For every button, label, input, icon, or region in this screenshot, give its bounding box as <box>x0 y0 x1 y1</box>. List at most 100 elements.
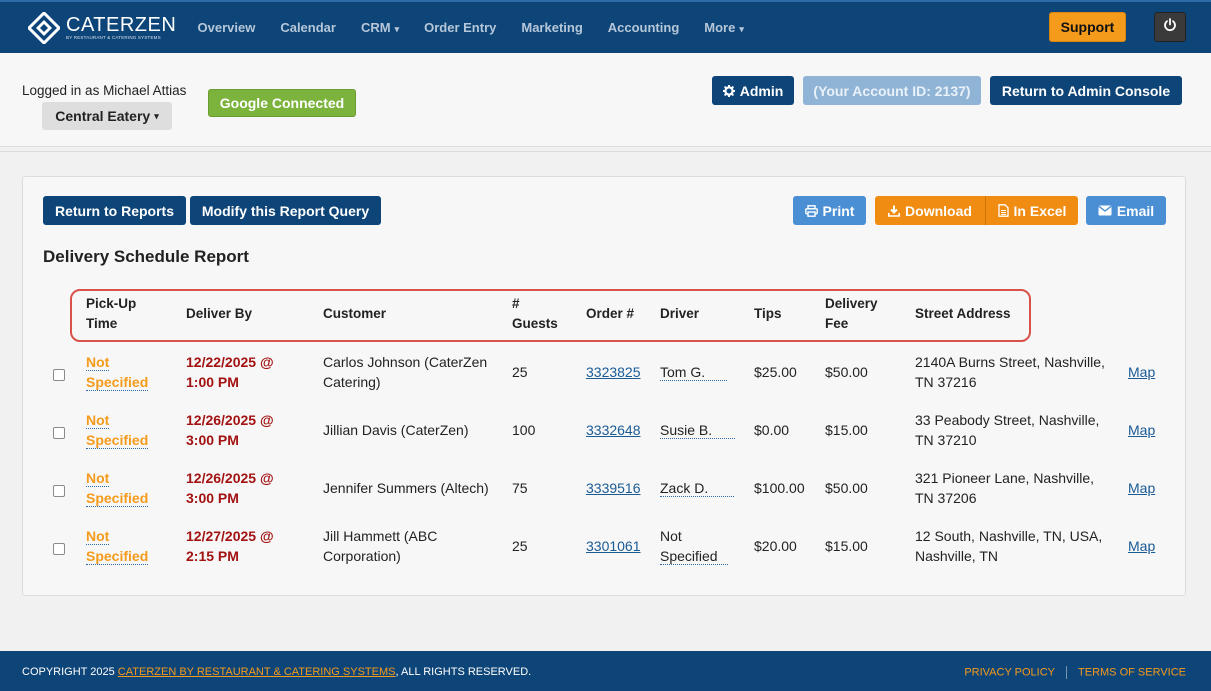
footer-divider <box>1066 666 1068 679</box>
map-link[interactable]: Map <box>1128 536 1155 556</box>
nav-calendar[interactable]: Calendar <box>280 20 336 35</box>
print-button[interactable]: Print <box>793 196 866 225</box>
order-number-link[interactable]: 3301061 <box>586 536 641 556</box>
nav-accounting[interactable]: Accounting <box>608 20 680 35</box>
excel-label: In Excel <box>1013 202 1067 219</box>
privacy-policy-link[interactable]: PRIVACY POLICY <box>964 666 1055 678</box>
file-icon <box>997 204 1009 217</box>
column-header-pickup-time[interactable]: Pick-Up Time <box>86 294 136 334</box>
delivery-fee-cell: $50.00 <box>825 364 868 380</box>
pickup-time-cell[interactable]: Not Specified <box>86 410 149 450</box>
guests-cell: 25 <box>512 538 528 554</box>
account-id-button: (Your Account ID: 2137) <box>803 76 981 105</box>
row-checkbox[interactable] <box>53 427 65 439</box>
nav-marketing[interactable]: Marketing <box>521 20 582 35</box>
report-title: Delivery Schedule Report <box>43 247 249 266</box>
column-header-customer[interactable]: Customer <box>323 304 386 324</box>
copyright-text: COPYRIGHT 2025 CATERZEN BY RESTAURANT & … <box>22 666 532 678</box>
modify-report-query-button[interactable]: Modify this Report Query <box>190 196 381 225</box>
delivery-fee-cell: $15.00 <box>825 422 868 438</box>
table-row: Not Specified 12/26/2025 @3:00 PM Jillian… <box>23 401 1187 459</box>
pickup-time-cell[interactable]: Not Specified <box>86 352 149 392</box>
street-address-cell: 2140A Burns Street, Nashville, TN 37216 <box>915 354 1105 390</box>
map-link[interactable]: Map <box>1128 362 1155 382</box>
company-link[interactable]: CATERZEN BY RESTAURANT & CATERING SYSTEM… <box>118 666 396 678</box>
terms-of-service-link[interactable]: TERMS OF SERVICE <box>1078 666 1186 678</box>
pickup-time-cell[interactable]: Not Specified <box>86 468 149 508</box>
tips-cell: $100.00 <box>754 480 805 496</box>
table-row: Not Specified 12/27/2025 @2:15 PM Jill Ha… <box>23 517 1187 575</box>
order-number-link[interactable]: 3339516 <box>586 478 641 498</box>
logged-in-text: Logged in as Michael Attias <box>22 83 187 98</box>
caterzen-logo[interactable]: CATERZEN BY RESTAURANT & CATERING SYSTEM… <box>26 10 177 46</box>
envelope-icon <box>1098 205 1112 216</box>
guests-cell: 100 <box>512 422 536 438</box>
row-checkbox[interactable] <box>53 485 65 497</box>
row-checkbox[interactable] <box>53 543 65 555</box>
tips-cell: $25.00 <box>754 364 797 380</box>
column-header-driver[interactable]: Driver <box>660 304 699 324</box>
logout-button[interactable] <box>1154 12 1186 42</box>
nav-crm[interactable]: CRM ▾ <box>361 20 399 35</box>
support-button[interactable]: Support <box>1049 12 1126 42</box>
column-header-tips[interactable]: Tips <box>754 304 782 324</box>
customer-cell: Carlos Johnson (CaterZen Catering) <box>323 354 488 390</box>
print-label: Print <box>822 202 855 219</box>
caterzen-logo-icon <box>26 10 62 46</box>
customer-cell: Jillian Davis (CaterZen) <box>323 422 469 438</box>
driver-cell[interactable]: Not Specified <box>660 526 728 566</box>
street-address-cell: 12 South, Nashville, TN, USA, Nashville, … <box>915 528 1103 564</box>
main-nav: Overview Calendar CRM ▾ Order Entry Marke… <box>185 2 756 53</box>
column-header-order-number[interactable]: Order # <box>586 304 634 324</box>
column-header-deliver-by[interactable]: Deliver By <box>186 304 252 324</box>
google-connected-button[interactable]: Google Connected <box>208 89 356 117</box>
guests-cell: 25 <box>512 364 528 380</box>
row-checkbox[interactable] <box>53 369 65 381</box>
email-button[interactable]: Email <box>1086 196 1166 225</box>
map-link[interactable]: Map <box>1128 478 1155 498</box>
driver-cell[interactable]: Susie B. <box>660 420 736 440</box>
gear-icon <box>722 84 735 97</box>
order-number-link[interactable]: 3332648 <box>586 420 641 440</box>
column-header-guests[interactable]: # Guests <box>512 294 558 334</box>
email-label: Email <box>1116 202 1155 219</box>
driver-cell[interactable]: Zack D. <box>660 478 735 498</box>
map-link[interactable]: Map <box>1128 420 1155 440</box>
guests-cell: 75 <box>512 480 528 496</box>
admin-label: Admin <box>739 82 784 99</box>
order-number-link[interactable]: 3323825 <box>586 362 641 382</box>
table-row: Not Specified 12/22/2025 @1:00 PM Carlos … <box>23 343 1187 401</box>
power-icon <box>1163 17 1177 37</box>
nav-more[interactable]: More ▾ <box>704 20 744 35</box>
footer-links: PRIVACY POLICY TERMS OF SERVICE <box>964 666 1186 679</box>
account-bar: Logged in as Michael Attias Central Eate… <box>0 53 1211 152</box>
column-header-delivery-fee[interactable]: Delivery Fee <box>825 294 878 334</box>
chevron-down-icon: ▾ <box>394 24 400 34</box>
return-to-admin-console-button[interactable]: Return to Admin Console <box>990 76 1182 105</box>
nav-order-entry[interactable]: Order Entry <box>424 20 496 35</box>
return-to-reports-button[interactable]: Return to Reports <box>43 196 186 225</box>
deliver-by-cell: 12/26/2025 @3:00 PM <box>186 470 274 506</box>
download-button[interactable]: Download <box>875 196 985 225</box>
print-icon <box>804 204 818 217</box>
location-dropdown[interactable]: Central Eatery ▾ <box>42 102 172 130</box>
report-card: Return to Reports Modify this Report Que… <box>22 176 1186 596</box>
delivery-fee-cell: $50.00 <box>825 480 868 496</box>
admin-button[interactable]: Admin <box>712 76 794 105</box>
driver-cell[interactable]: Tom G. <box>660 362 728 382</box>
download-icon <box>888 205 901 217</box>
brand-tagline: BY RESTAURANT & CATERING SYSTEMS <box>66 35 161 40</box>
footer: COPYRIGHT 2025 CATERZEN BY RESTAURANT & … <box>0 651 1211 691</box>
table-row: Not Specified 12/26/2025 @3:00 PM Jennife… <box>23 459 1187 517</box>
pickup-time-cell[interactable]: Not Specified <box>86 526 149 566</box>
column-header-street-address[interactable]: Street Address <box>915 304 1011 324</box>
deliver-by-cell: 12/26/2025 @3:00 PM <box>186 412 274 448</box>
brand-name: CATERZEN <box>66 14 177 36</box>
excel-button[interactable]: In Excel <box>986 196 1078 225</box>
customer-cell: Jennifer Summers (Altech) <box>323 480 489 496</box>
customer-cell: Jill Hammett (ABC Corporation) <box>323 528 438 564</box>
deliver-by-cell: 12/22/2025 @1:00 PM <box>186 354 274 390</box>
street-address-cell: 321 Pioneer Lane, Nashville, TN 37206 <box>915 470 1095 506</box>
street-address-cell: 33 Peabody Street, Nashville, TN 37210 <box>915 412 1100 448</box>
nav-overview[interactable]: Overview <box>198 20 256 35</box>
